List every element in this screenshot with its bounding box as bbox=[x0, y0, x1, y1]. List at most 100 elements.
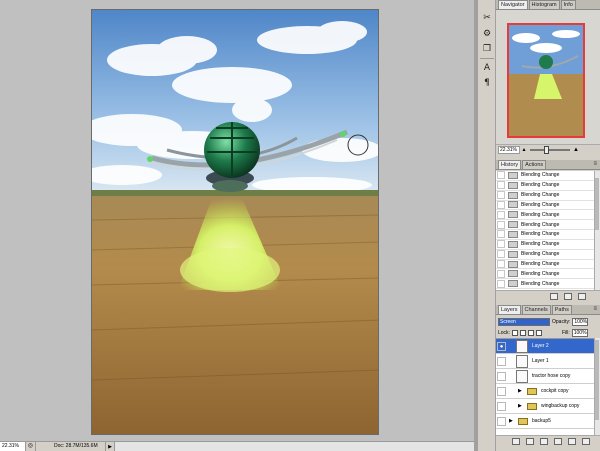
history-list: Blending Change Blending Change Blending C… bbox=[496, 171, 594, 290]
history-item[interactable]: Blending Change bbox=[496, 210, 594, 221]
history-source-checkbox[interactable] bbox=[497, 171, 505, 180]
history-item[interactable]: Blending Change bbox=[496, 191, 594, 201]
layer-row[interactable]: tractor hose copy bbox=[496, 369, 594, 384]
panel-menu-icon[interactable]: ≡ bbox=[593, 161, 597, 167]
visibility-eye-icon[interactable] bbox=[497, 356, 506, 366]
visibility-eye-icon[interactable] bbox=[497, 416, 506, 426]
history-item[interactable]: Blending Change bbox=[496, 250, 594, 260]
lock-position-icon[interactable] bbox=[527, 330, 534, 336]
blending-change-icon bbox=[508, 270, 518, 278]
opacity-field[interactable]: 100% bbox=[572, 318, 589, 326]
history-item[interactable]: Blending Change bbox=[496, 181, 594, 191]
expand-triangle-icon[interactable]: ▶ bbox=[509, 418, 515, 424]
fill-field[interactable]: 100% bbox=[571, 329, 588, 337]
layer-comps-icon[interactable]: ❐ bbox=[481, 43, 493, 55]
history-source-checkbox[interactable] bbox=[497, 210, 505, 219]
history-source-checkbox[interactable] bbox=[497, 250, 505, 259]
history-source-checkbox[interactable] bbox=[497, 191, 505, 200]
zoom-slider-knob[interactable] bbox=[544, 146, 549, 154]
history-source-checkbox[interactable] bbox=[497, 220, 505, 229]
lock-pixels-icon[interactable] bbox=[519, 330, 526, 336]
history-source-checkbox[interactable] bbox=[497, 181, 505, 190]
lock-all-icon[interactable] bbox=[535, 330, 542, 336]
horizontal-scrollbar[interactable] bbox=[114, 442, 474, 451]
status-menu-icon[interactable]: ◎ bbox=[26, 442, 36, 451]
history-source-checkbox[interactable] bbox=[497, 279, 505, 288]
zoom-slider[interactable] bbox=[530, 146, 570, 154]
history-item-label: Blending Change bbox=[521, 231, 560, 238]
history-source-checkbox[interactable] bbox=[497, 269, 505, 278]
character-icon[interactable]: A bbox=[481, 62, 493, 74]
visibility-eye-icon[interactable] bbox=[497, 386, 506, 396]
navigator-zoom-field[interactable]: 22.31% bbox=[498, 146, 520, 154]
layer-row[interactable]: Layer 1 bbox=[496, 354, 594, 369]
navigator-view-box[interactable] bbox=[507, 23, 585, 138]
history-item-label: Blending Change bbox=[521, 261, 560, 268]
layers-scroll-thumb[interactable] bbox=[595, 340, 599, 420]
layer-row[interactable]: ● Layer 2 bbox=[496, 339, 594, 354]
tab-layers[interactable]: Layers bbox=[498, 305, 521, 314]
layer-group-row[interactable]: ▶ backup5 bbox=[496, 414, 594, 429]
history-item[interactable]: Blending Change bbox=[496, 279, 594, 290]
new-group-icon[interactable] bbox=[568, 438, 576, 445]
history-item[interactable]: Blending Change bbox=[496, 171, 594, 181]
layer-name: Layer 2 bbox=[532, 343, 549, 349]
blending-change-icon bbox=[508, 181, 518, 189]
zoom-level-field[interactable]: 22.31% bbox=[0, 442, 26, 451]
history-source-checkbox[interactable] bbox=[497, 260, 505, 269]
delete-state-icon[interactable] bbox=[578, 293, 586, 300]
tab-navigator[interactable]: Navigator bbox=[498, 0, 528, 9]
status-arrow-icon[interactable]: ▶ bbox=[106, 444, 114, 450]
history-item[interactable]: Blending Change bbox=[496, 240, 594, 250]
history-scroll-thumb[interactable] bbox=[595, 178, 599, 230]
lock-transparency-icon[interactable] bbox=[511, 330, 518, 336]
zoom-in-icon[interactable]: ▲ bbox=[572, 146, 580, 154]
history-item[interactable]: Blending Change bbox=[496, 269, 594, 280]
blending-change-icon bbox=[508, 221, 518, 229]
expand-triangle-icon[interactable]: ▶ bbox=[518, 388, 524, 394]
document-canvas[interactable] bbox=[91, 9, 379, 435]
zoom-out-icon[interactable]: ▴ bbox=[520, 146, 528, 154]
layers-list: ● Layer 2 Layer 1 tractor hose copy ▶ cockpit… bbox=[496, 338, 594, 435]
history-item-label: Blending Change bbox=[521, 172, 560, 179]
blend-mode-dropdown[interactable]: Screen bbox=[498, 318, 550, 326]
history-source-checkbox[interactable] bbox=[497, 240, 505, 249]
tab-paths[interactable]: Paths bbox=[551, 305, 572, 314]
layer-name: tractor hose copy bbox=[532, 373, 571, 379]
tab-history[interactable]: History bbox=[498, 160, 522, 169]
tab-actions[interactable]: Actions bbox=[522, 160, 547, 169]
lock-label: Lock: bbox=[498, 330, 510, 336]
visibility-eye-icon[interactable]: ● bbox=[497, 341, 506, 351]
history-item-label: Blending Change bbox=[521, 201, 560, 208]
layer-options-row: Screen Opacity: 100% bbox=[496, 316, 600, 328]
blending-change-icon bbox=[508, 171, 518, 179]
history-source-checkbox[interactable] bbox=[497, 200, 505, 209]
layer-group-row[interactable]: ▶ wingbackup copy bbox=[496, 399, 594, 414]
adjustment-layer-icon[interactable] bbox=[554, 438, 562, 445]
history-item[interactable]: Blending Change bbox=[496, 260, 594, 270]
layer-mask-icon[interactable] bbox=[540, 438, 548, 445]
paragraph-icon[interactable]: ¶ bbox=[481, 77, 493, 89]
link-layers-icon[interactable] bbox=[512, 438, 520, 445]
tab-histogram[interactable]: Histogram bbox=[528, 0, 560, 9]
history-source-checkbox[interactable] bbox=[497, 230, 505, 239]
panel-menu-icon[interactable]: ≡ bbox=[593, 306, 597, 312]
visibility-eye-icon[interactable] bbox=[497, 371, 506, 381]
new-document-from-state-icon[interactable] bbox=[550, 293, 558, 300]
link-slot bbox=[508, 342, 514, 351]
folder-icon bbox=[527, 402, 537, 410]
history-item[interactable]: Blending Change bbox=[496, 220, 594, 231]
tool-presets-icon[interactable]: ⚙ bbox=[481, 28, 493, 40]
layer-style-icon[interactable] bbox=[526, 438, 534, 445]
brushes-icon[interactable]: ✂ bbox=[481, 12, 493, 24]
tab-channels[interactable]: Channels bbox=[521, 305, 551, 314]
tab-info[interactable]: Info bbox=[560, 0, 576, 9]
layer-group-row[interactable]: ▶ cockpit copy bbox=[496, 384, 594, 399]
expand-triangle-icon[interactable]: ▶ bbox=[518, 403, 524, 409]
visibility-eye-icon[interactable] bbox=[497, 401, 506, 411]
new-snapshot-icon[interactable] bbox=[564, 293, 572, 300]
history-item[interactable]: Blending Change bbox=[496, 230, 594, 240]
history-item-label: Blending Change bbox=[521, 211, 560, 218]
delete-layer-icon[interactable] bbox=[582, 438, 590, 445]
history-item[interactable]: Blending Change bbox=[496, 200, 594, 211]
